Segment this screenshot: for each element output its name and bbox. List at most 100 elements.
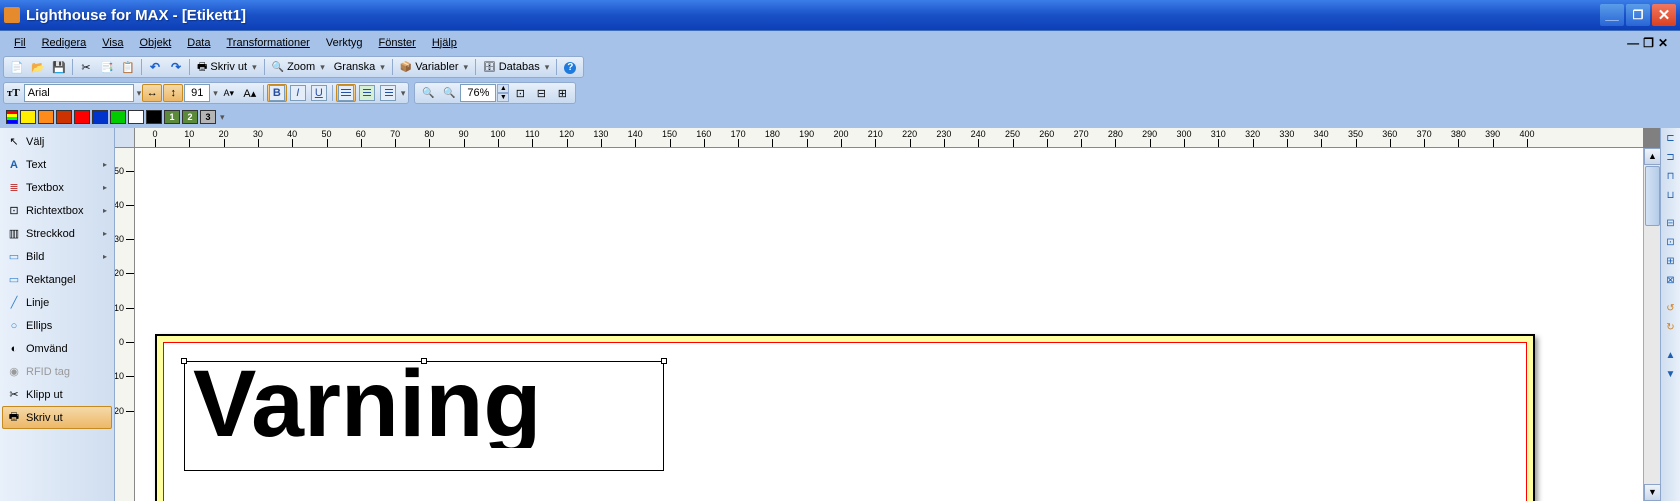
tool-text[interactable]: AText▸ bbox=[2, 153, 112, 176]
tool-print[interactable]: 🖶Skriv ut bbox=[2, 406, 112, 429]
save-button[interactable] bbox=[49, 58, 69, 76]
redo-button[interactable] bbox=[166, 58, 186, 76]
color-spot-3[interactable]: 3 bbox=[200, 110, 216, 124]
scroll-thumb[interactable] bbox=[1645, 166, 1660, 226]
send-back-button[interactable]: ▼ bbox=[1663, 368, 1679, 384]
menu-fil[interactable]: Fil bbox=[6, 34, 34, 52]
color-dropdown-icon[interactable]: ▾ bbox=[220, 112, 225, 123]
align-bottom-edges-button[interactable]: ⊔ bbox=[1663, 189, 1679, 205]
color-green[interactable] bbox=[110, 110, 126, 124]
zoom-button[interactable]: Zoom▾ bbox=[268, 58, 329, 76]
tool-richtextbox[interactable]: ⊡Richtextbox▸ bbox=[2, 199, 112, 222]
zoom-width-button[interactable]: ⊟ bbox=[531, 84, 551, 102]
menu-transformationer[interactable]: Transformationer bbox=[219, 34, 318, 52]
decrease-font-button[interactable]: A▾ bbox=[219, 84, 239, 102]
rotate-left-button[interactable]: ↺ bbox=[1663, 302, 1679, 318]
menu-redigera[interactable]: Redigera bbox=[34, 34, 95, 52]
color-spot-1[interactable]: 1 bbox=[164, 110, 180, 124]
tool-line[interactable]: ╱Linje bbox=[2, 291, 112, 314]
color-yellow[interactable] bbox=[20, 110, 36, 124]
text-content[interactable]: Varning bbox=[185, 362, 663, 448]
align-right-button[interactable] bbox=[378, 84, 398, 102]
color-dark-red[interactable] bbox=[56, 110, 72, 124]
menu-data[interactable]: Data bbox=[179, 34, 218, 52]
paste-button[interactable] bbox=[118, 58, 138, 76]
italic-button[interactable]: I bbox=[288, 84, 308, 102]
tool-cut[interactable]: ✂Klipp ut bbox=[2, 383, 112, 406]
scroll-up-button[interactable]: ▲ bbox=[1644, 148, 1661, 165]
rotate-right-button[interactable]: ↻ bbox=[1663, 321, 1679, 337]
align-center-button[interactable] bbox=[357, 84, 377, 102]
zoom-page-button[interactable]: ⊞ bbox=[552, 84, 572, 102]
mdi-close[interactable]: ✕ bbox=[1658, 36, 1668, 50]
color-white[interactable] bbox=[128, 110, 144, 124]
zoom-fit-button[interactable]: ⊡ bbox=[510, 84, 530, 102]
bold-button[interactable]: B bbox=[267, 84, 287, 102]
print-button[interactable]: Skriv ut▾ bbox=[193, 58, 261, 76]
database-button[interactable]: Databas▾ bbox=[479, 58, 553, 76]
help-button[interactable] bbox=[560, 58, 580, 76]
font-size-dropdown-icon[interactable]: ▾ bbox=[213, 88, 218, 99]
ruler-horizontal[interactable]: 0102030405060708090100110120130140150160… bbox=[135, 128, 1643, 148]
font-size-input[interactable]: 91 bbox=[184, 84, 210, 102]
canvas-viewport[interactable]: Varning bbox=[135, 148, 1643, 501]
close-button[interactable]: ✕ bbox=[1652, 4, 1676, 26]
tool-select[interactable]: ↖Välj bbox=[2, 130, 112, 153]
zoom-spinner[interactable]: ▲▼ bbox=[497, 84, 509, 102]
color-red[interactable] bbox=[74, 110, 90, 124]
undo-button[interactable] bbox=[145, 58, 165, 76]
color-orange[interactable] bbox=[38, 110, 54, 124]
preview-button[interactable]: Granska▾ bbox=[330, 58, 389, 76]
bring-front-button[interactable]: ▲ bbox=[1663, 349, 1679, 365]
underline-button[interactable]: U bbox=[309, 84, 329, 102]
color-picker-icon[interactable] bbox=[6, 110, 18, 124]
variables-button[interactable]: Variabler▾ bbox=[396, 58, 472, 76]
menu-hjalp[interactable]: Hjälp bbox=[424, 34, 465, 52]
color-spot-2[interactable]: 2 bbox=[182, 110, 198, 124]
resize-handle-tr[interactable] bbox=[661, 358, 667, 364]
tool-rectangle[interactable]: ▭Rektangel bbox=[2, 268, 112, 291]
tool-invert[interactable]: ◐Omvänd bbox=[2, 337, 112, 360]
menu-visa[interactable]: Visa bbox=[94, 34, 131, 52]
font-name-combo[interactable]: Arial bbox=[24, 84, 134, 102]
cut-button[interactable] bbox=[76, 58, 96, 76]
fit-height-button[interactable]: ↕ bbox=[163, 84, 183, 102]
color-black[interactable] bbox=[146, 110, 162, 124]
tool-ellipse[interactable]: ○Ellips bbox=[2, 314, 112, 337]
open-button[interactable] bbox=[28, 58, 48, 76]
align-right-edges-button[interactable]: ⊐ bbox=[1663, 151, 1679, 167]
tool-image[interactable]: ▭Bild▸ bbox=[2, 245, 112, 268]
zoom-in-button[interactable] bbox=[418, 84, 438, 102]
align-top-edges-button[interactable]: ⊓ bbox=[1663, 170, 1679, 186]
tool-barcode[interactable]: ▥Streckkod▸ bbox=[2, 222, 112, 245]
selected-text-object[interactable]: Varning bbox=[184, 361, 664, 471]
zoom-percent-input[interactable]: 76% bbox=[460, 84, 496, 102]
ruler-vertical[interactable]: -70-60-50-40-30-20-1001020 bbox=[115, 148, 135, 501]
menu-objekt[interactable]: Objekt bbox=[131, 34, 179, 52]
mdi-minimize[interactable]: — bbox=[1627, 36, 1639, 50]
distribute-v-button[interactable]: ⊠ bbox=[1663, 274, 1679, 290]
minimize-button[interactable]: __ bbox=[1600, 4, 1624, 26]
scroll-down-button[interactable]: ▼ bbox=[1644, 484, 1661, 501]
align-left-edges-button[interactable]: ⊏ bbox=[1663, 132, 1679, 148]
copy-button[interactable] bbox=[97, 58, 117, 76]
mdi-restore[interactable]: ❐ bbox=[1643, 36, 1654, 50]
center-horizontal-button[interactable]: ⊟ bbox=[1663, 217, 1679, 233]
new-button[interactable] bbox=[7, 58, 27, 76]
tool-textbox[interactable]: ≣Textbox▸ bbox=[2, 176, 112, 199]
resize-handle-tl[interactable] bbox=[181, 358, 187, 364]
color-blue[interactable] bbox=[92, 110, 108, 124]
align-dropdown-icon[interactable]: ▾ bbox=[401, 88, 406, 99]
increase-font-button[interactable]: A▴ bbox=[240, 84, 260, 102]
vertical-scrollbar[interactable]: ▲ ▼ bbox=[1643, 148, 1660, 501]
font-dropdown-icon[interactable]: ▾ bbox=[137, 88, 142, 99]
resize-handle-tm[interactable] bbox=[421, 358, 427, 364]
menu-fonster[interactable]: Fönster bbox=[371, 34, 424, 52]
zoom-out-button[interactable] bbox=[439, 84, 459, 102]
label-paper[interactable]: Varning bbox=[155, 334, 1535, 501]
distribute-h-button[interactable]: ⊞ bbox=[1663, 255, 1679, 271]
align-left-button[interactable] bbox=[336, 84, 356, 102]
maximize-button[interactable]: ❐ bbox=[1626, 4, 1650, 26]
menu-verktyg[interactable]: Verktyg bbox=[318, 34, 371, 52]
fit-width-button[interactable]: ↔ bbox=[142, 84, 162, 102]
